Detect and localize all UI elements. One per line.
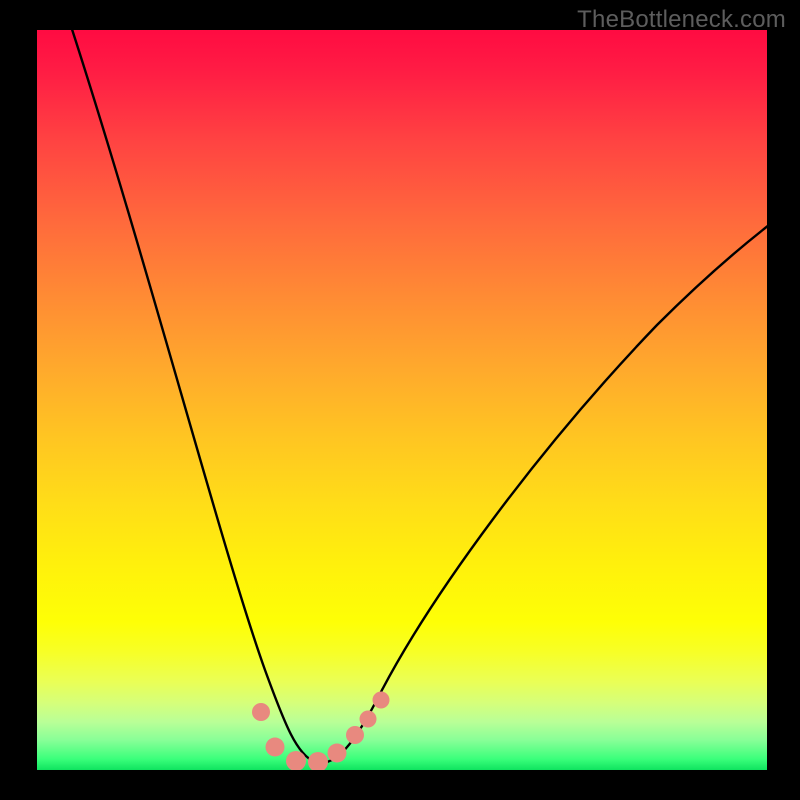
watermark-text: TheBottleneck.com <box>577 6 786 34</box>
marker-dot <box>328 744 347 763</box>
chart-frame: TheBottleneck.com <box>0 0 800 800</box>
marker-dot <box>308 752 328 770</box>
curve-layer <box>37 30 767 770</box>
marker-dot <box>252 703 270 721</box>
marker-dot <box>373 692 390 709</box>
marker-dot <box>360 711 377 728</box>
marker-dot <box>266 738 285 757</box>
marker-dot <box>346 726 364 744</box>
plot-area <box>37 30 767 770</box>
bottleneck-curve <box>69 30 767 763</box>
